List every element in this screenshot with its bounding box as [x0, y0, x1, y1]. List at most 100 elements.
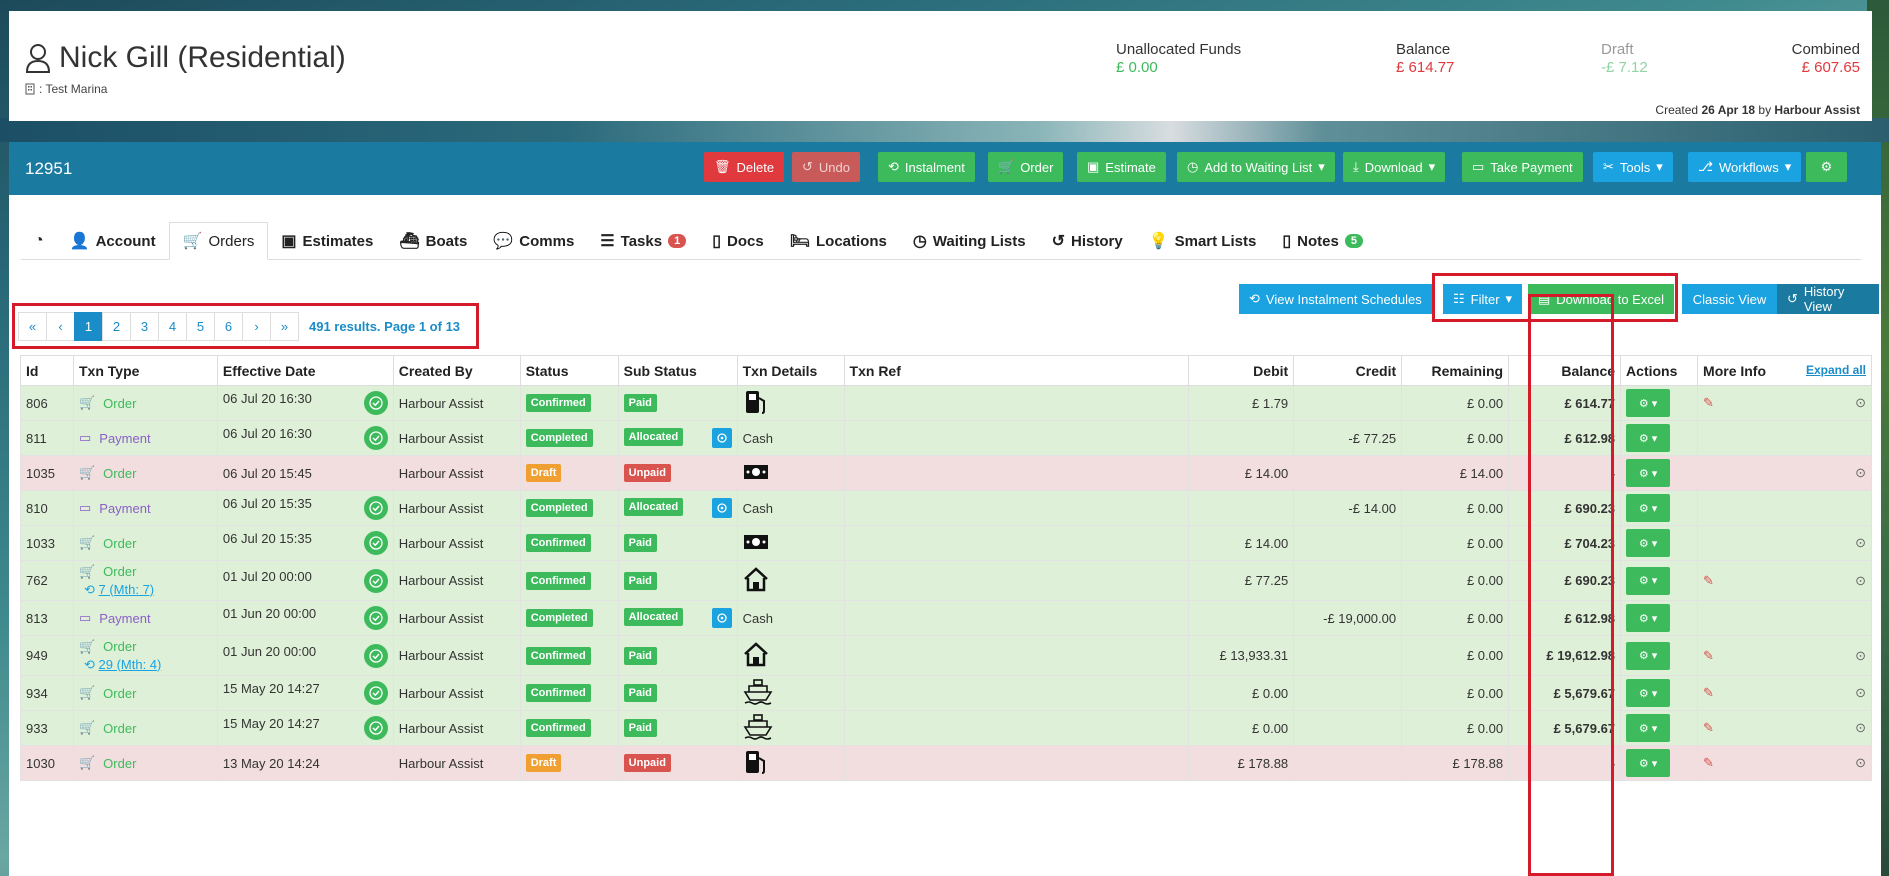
col-txn-ref[interactable]: Txn Ref [843, 355, 1190, 386]
cart-icon: 🛒 [78, 535, 96, 550]
col-debit[interactable]: Debit [1188, 355, 1295, 386]
row-actions-button[interactable]: ⚙ ▾ [1626, 604, 1671, 632]
row-actions-button[interactable]: ⚙ ▾ [1626, 641, 1671, 670]
tab-waiting-lists[interactable]: ◷ Waiting Lists [900, 222, 1039, 260]
undo-button[interactable]: ↺ Undo [792, 152, 860, 182]
col-created-by[interactable]: Created By [392, 355, 521, 386]
locate-icon[interactable] [711, 428, 732, 448]
pencil-icon[interactable]: ✎ [1703, 685, 1714, 700]
pencil-icon[interactable]: ✎ [1703, 648, 1714, 663]
cell-effective-date: 06 Jul 20 16:30 [216, 385, 394, 421]
caret-down-icon: ▾ [1651, 687, 1658, 700]
expand-row-icon[interactable]: ⊙ [1855, 395, 1866, 411]
caret-down-icon: ▾ [1651, 650, 1658, 662]
locate-icon[interactable] [711, 498, 732, 518]
instalment-link[interactable]: 29 (Mth: 4) [99, 657, 162, 672]
row-actions-button[interactable]: ⚙ ▾ [1626, 494, 1671, 522]
expand-all-link[interactable]: Expand all [1806, 363, 1866, 377]
take-payment-button[interactable]: ▭ Take Payment [1462, 152, 1583, 182]
main-content: ◔ 👤 Account 🛒 Orders ▣ Estimates ⛴ Boats 💬 Co… [9, 195, 1881, 876]
cell-txn-ref [843, 385, 1190, 421]
pencil-icon[interactable]: ✎ [1703, 755, 1714, 770]
expand-row-icon[interactable]: ⊙ [1855, 465, 1866, 481]
classic-view-button[interactable]: Classic View [1682, 284, 1777, 314]
sub-status-badge: Paid [623, 534, 657, 552]
row-actions-button[interactable]: ⚙ ▾ [1626, 424, 1671, 452]
pencil-icon[interactable]: ✎ [1703, 573, 1714, 588]
check-circle-icon [363, 426, 388, 450]
tab-notes[interactable]: ▯ Notes 5 [1269, 222, 1376, 260]
tab-estimates[interactable]: ▣ Estimates [268, 222, 386, 260]
user-icon [25, 44, 51, 73]
order-button[interactable]: 🛒 Order [988, 152, 1064, 182]
instalment-link[interactable]: 7 (Mth: 7) [99, 582, 155, 597]
tab-locations[interactable]: 🛏 Locations [777, 222, 900, 260]
tools-button[interactable]: ✂ Tools ▾ [1593, 152, 1673, 182]
estimate-button[interactable]: ▣ Estimate [1077, 152, 1166, 182]
tab-docs[interactable]: ▯ Docs [699, 222, 777, 260]
account-tabs: ◔ 👤 Account 🛒 Orders ▣ Estimates ⛴ Boats 💬 Co… [21, 222, 1861, 260]
row-actions-button[interactable]: ⚙ ▾ [1626, 714, 1671, 742]
tab-history[interactable]: ↺ History [1039, 222, 1136, 260]
cell-debit: £ 0.00 [1188, 710, 1295, 746]
pencil-icon[interactable]: ✎ [1703, 720, 1714, 735]
cell-debit: £ 14.00 [1188, 455, 1295, 491]
col-txn-details[interactable]: Txn Details [736, 355, 845, 386]
pencil-icon[interactable]: ✎ [1703, 395, 1714, 410]
tab-account[interactable]: 👤 Account [57, 222, 169, 260]
col-status[interactable]: Status [519, 355, 619, 386]
tab-tasks[interactable]: ☰ Tasks 1 [587, 222, 699, 260]
locate-icon[interactable] [711, 608, 732, 628]
cell-sub-status: Paid [617, 635, 738, 676]
download-button[interactable]: ⤓ Download ▾ [1343, 152, 1446, 182]
row-actions-button[interactable]: ⚙ ▾ [1626, 459, 1671, 487]
cell-id: 1030 [20, 745, 74, 781]
caret-down-icon: ▾ [1651, 502, 1658, 515]
cell-created-by: Harbour Assist [392, 525, 521, 561]
marina-row: : Test Marina [25, 82, 107, 96]
col-txn-type[interactable]: Txn Type [72, 355, 218, 386]
delete-button[interactable]: 🗑 Delete [704, 152, 785, 182]
expand-row-icon[interactable]: ⊙ [1855, 535, 1866, 551]
col-id[interactable]: Id [20, 355, 74, 386]
caret-down-icon: ▾ [1651, 722, 1658, 735]
cell-effective-date: 06 Jul 20 15:35 [216, 490, 394, 526]
cell-status: Confirmed [519, 525, 619, 561]
check-circle-icon [363, 643, 388, 668]
view-instalment-schedules-button[interactable]: ⟲ View Instalment Schedules [1239, 284, 1432, 314]
cell-debit [1188, 490, 1295, 526]
tab-boats[interactable]: ⛴ Boats [386, 222, 480, 260]
boat-icon [743, 713, 773, 744]
cell-effective-date: 06 Jul 20 15:35 [216, 525, 394, 561]
expand-row-icon[interactable]: ⊙ [1855, 720, 1866, 736]
note-icon: ▯ [1282, 233, 1292, 250]
row-actions-button[interactable]: ⚙ ▾ [1626, 389, 1671, 417]
col-remaining[interactable]: Remaining [1401, 355, 1510, 386]
col-effective-date[interactable]: Effective Date [216, 355, 394, 386]
sub-status-badge: Paid [623, 684, 657, 702]
history-view-button[interactable]: ↺ History View [1777, 284, 1879, 314]
expand-row-icon[interactable]: ⊙ [1855, 648, 1866, 664]
row-actions-button[interactable]: ⚙ ▾ [1626, 749, 1671, 777]
notes-count-badge: 5 [1344, 234, 1363, 248]
row-actions-button[interactable]: ⚙ ▾ [1626, 529, 1671, 557]
cell-txn-ref [843, 745, 1190, 781]
row-actions-button[interactable]: ⚙ ▾ [1626, 679, 1671, 707]
cell-more-info: ✎ ⊙ [1697, 560, 1872, 601]
row-actions-button[interactable]: ⚙ ▾ [1626, 566, 1671, 595]
tab-smart-lists[interactable]: 💡 Smart Lists [1136, 222, 1270, 260]
settings-button[interactable]: ⚙ [1806, 152, 1847, 182]
tab-dashboard[interactable]: ◔ [21, 222, 57, 260]
expand-row-icon[interactable]: ⊙ [1855, 755, 1866, 771]
tab-comms[interactable]: 💬 Comms [480, 222, 587, 260]
cell-more-info: ✎ ⊙ [1697, 385, 1872, 421]
tab-orders[interactable]: 🛒 Orders [168, 222, 269, 260]
col-sub-status[interactable]: Sub Status [617, 355, 738, 386]
instalment-button[interactable]: ⟲ Instalment [878, 152, 975, 182]
check-circle-icon [363, 568, 388, 593]
expand-row-icon[interactable]: ⊙ [1855, 573, 1866, 589]
add-to-waiting-list-button[interactable]: ◷ Add to Waiting List ▾ [1177, 152, 1335, 182]
expand-row-icon[interactable]: ⊙ [1855, 685, 1866, 701]
workflows-button[interactable]: ⎇ Workflows ▾ [1688, 152, 1802, 182]
col-credit[interactable]: Credit [1293, 355, 1403, 386]
